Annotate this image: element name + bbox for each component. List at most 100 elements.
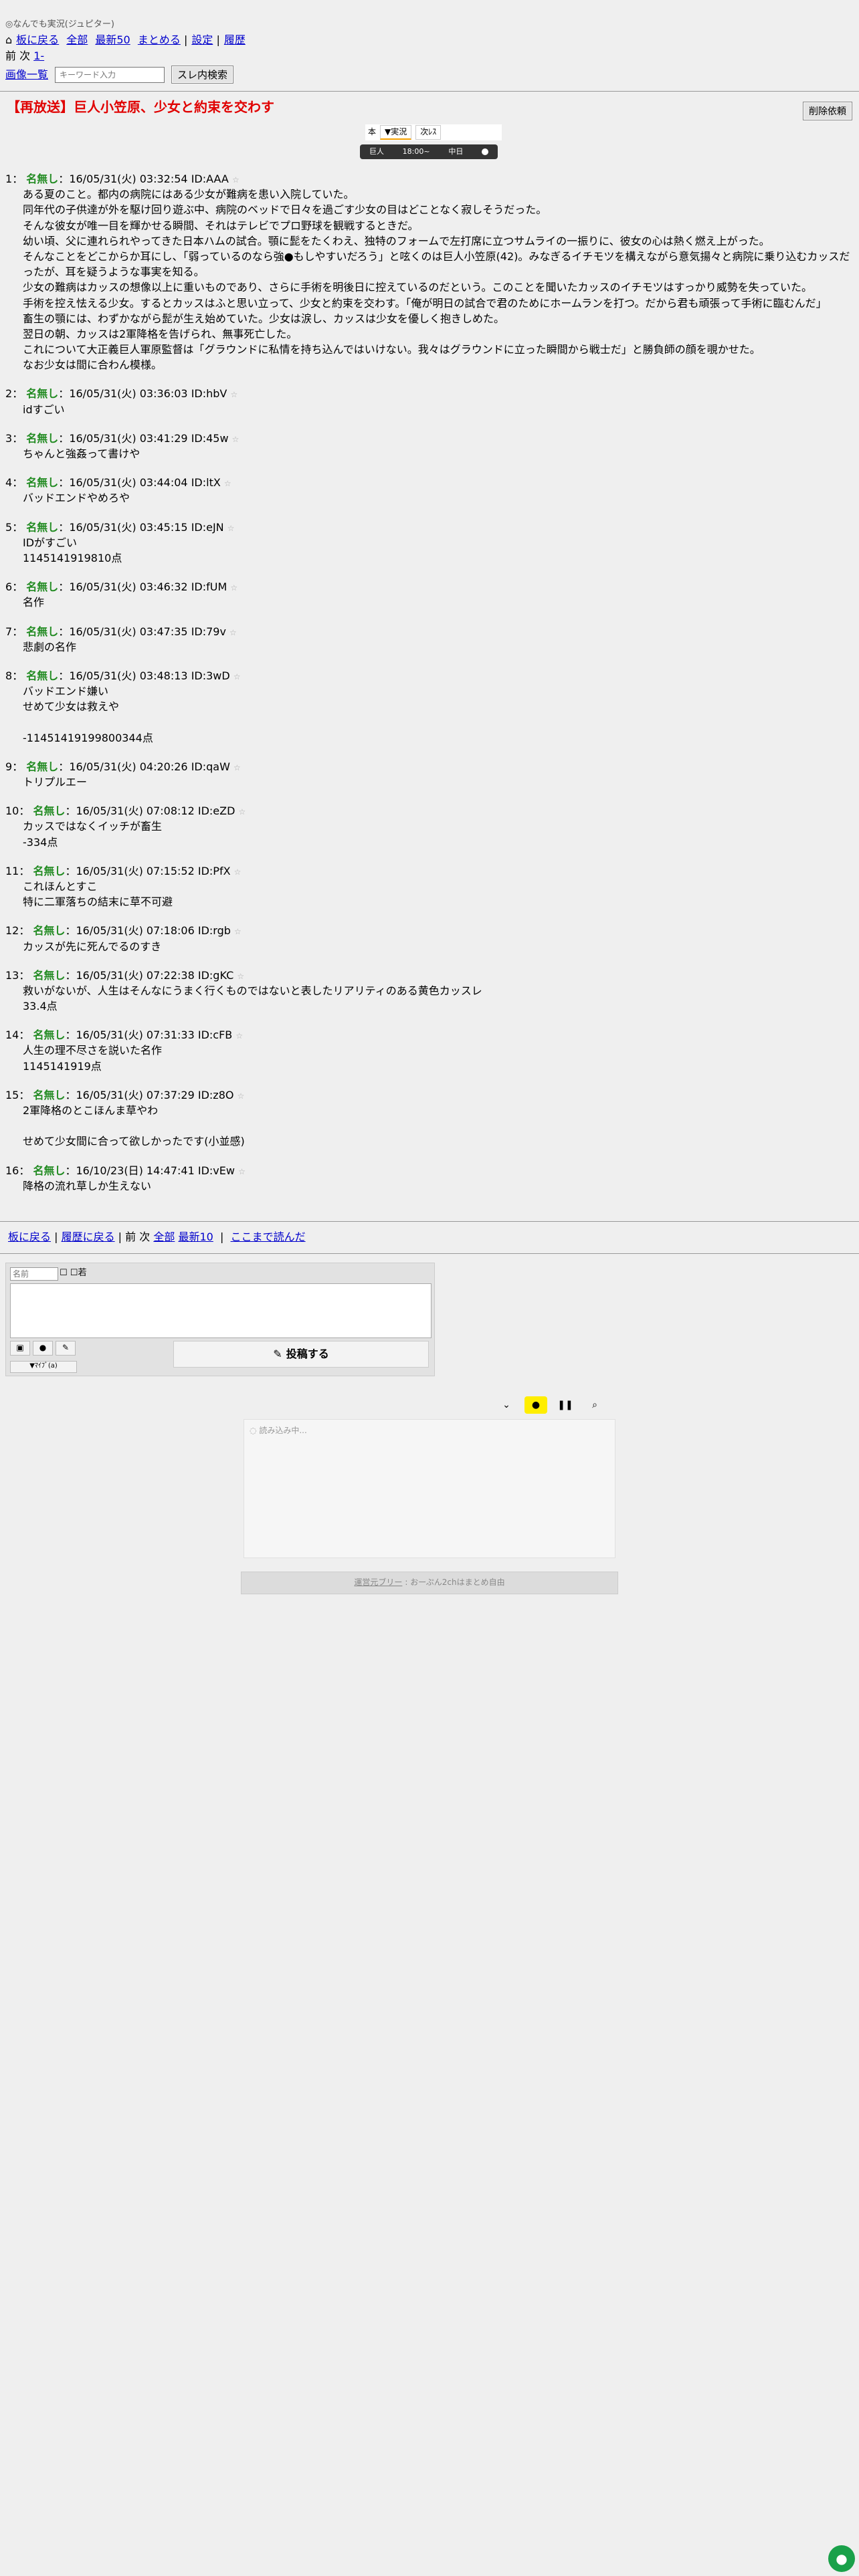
back-to-board-link[interactable]: 板に戻る	[8, 1230, 51, 1243]
star-icon[interactable]: ☆	[239, 807, 246, 817]
thread-search-input[interactable]	[55, 66, 165, 83]
summary-link[interactable]: まとめる	[138, 33, 181, 46]
post-number[interactable]: 13	[5, 969, 19, 982]
post-number[interactable]: 3	[5, 432, 12, 445]
star-icon[interactable]: ☆	[237, 1091, 245, 1101]
post-body: バッドエンドやめろや	[23, 492, 130, 505]
image-list-link[interactable]: 画像一覧	[5, 67, 48, 82]
star-icon[interactable]: ☆	[229, 628, 237, 637]
view-tabs: 本 ▼実況 次ﾚｽ	[365, 124, 502, 140]
my-button[interactable]: ▼ﾏｲﾌﾞ(a)	[10, 1361, 77, 1373]
name-field[interactable]	[10, 1267, 58, 1281]
post-number[interactable]: 16	[5, 1164, 19, 1177]
history-back-link[interactable]: 履歴に戻る	[62, 1230, 115, 1243]
post-header: 5： 名無し：16/05/31(火) 03:45:15 ID:eJN ☆	[5, 520, 235, 534]
star-icon[interactable]: ☆	[238, 1167, 246, 1176]
star-icon[interactable]: ☆	[237, 972, 244, 981]
all-posts-link[interactable]: 全部	[153, 1230, 175, 1243]
post-form: ☐ ☐若 ▣ ● ✎ ▼ﾏｲﾌﾞ(a) ✎ 投稿する	[5, 1263, 435, 1376]
post-meta: 16/05/31(火) 03:46:32 ID:fUM	[69, 580, 227, 594]
latest10-link[interactable]: 最新10	[178, 1230, 213, 1243]
submit-button[interactable]: ✎ 投稿する	[173, 1341, 429, 1368]
divider	[0, 1221, 859, 1222]
star-icon[interactable]: ☆	[233, 672, 241, 681]
star-icon[interactable]: ☆	[232, 435, 240, 444]
search-icon[interactable]: ⌕	[583, 1396, 606, 1414]
form-tools: ▣ ● ✎	[10, 1341, 76, 1356]
post: 12： 名無し：16/05/31(火) 07:18:06 ID:rgb ☆ カッス…	[5, 923, 855, 954]
back-to-board-link[interactable]: 板に戻る	[16, 33, 59, 46]
post-header: 12： 名無し：16/05/31(火) 07:18:06 ID:rgb ☆	[5, 924, 242, 938]
history-link[interactable]: 履歴	[224, 33, 246, 46]
post-number[interactable]: 14	[5, 1029, 19, 1041]
post-number[interactable]: 8	[5, 669, 12, 682]
star-icon[interactable]: ☆	[232, 175, 240, 185]
all-posts-link[interactable]: 全部	[66, 33, 88, 46]
comment-icon[interactable]: ●	[33, 1341, 53, 1356]
divider	[0, 91, 859, 92]
post-number[interactable]: 11	[5, 865, 19, 877]
post: 11： 名無し：16/05/31(火) 07:15:52 ID:PfX ☆ これほ…	[5, 863, 855, 910]
post: 3： 名無し：16/05/31(火) 03:41:29 ID:45w ☆ ちゃんと…	[5, 431, 855, 461]
post-number[interactable]: 1	[5, 173, 12, 185]
post-header: 8： 名無し：16/05/31(火) 03:48:13 ID:3wD ☆	[5, 669, 241, 682]
post-meta: 16/05/31(火) 07:08:12 ID:eZD	[76, 804, 235, 818]
top-nav: ⌂ 板に戻る 全部 最新50 まとめる | 設定 | 履歴	[5, 33, 246, 46]
scroll-down-icon[interactable]: ⌄	[495, 1396, 518, 1414]
post-header: 1： 名無し：16/05/31(火) 03:32:54 ID:AAA ☆	[5, 173, 240, 185]
chat-icon[interactable]: ●	[524, 1396, 547, 1414]
star-icon[interactable]: ☆	[234, 867, 242, 877]
star-icon[interactable]: ☆	[233, 763, 241, 772]
read-to-here-link[interactable]: ここまで読んだ	[231, 1230, 306, 1243]
post-number[interactable]: 6	[5, 580, 12, 593]
checkbox-label[interactable]: 本	[368, 126, 376, 138]
post: 6： 名無し：16/05/31(火) 03:46:32 ID:fUM ☆ 名作	[5, 579, 855, 610]
star-icon[interactable]: ☆	[224, 479, 231, 488]
live-tab[interactable]: ▼実況	[380, 124, 412, 140]
settings-link[interactable]: 設定	[191, 33, 213, 46]
star-icon[interactable]: ☆	[235, 1031, 243, 1041]
post-number[interactable]: 9	[5, 760, 12, 773]
poster-name: 名無し	[26, 580, 59, 594]
image-icon[interactable]: ▣	[10, 1341, 30, 1356]
post: 16： 名無し：16/10/23(日) 14:47:41 ID:vEw ☆ 降格の…	[5, 1163, 855, 1194]
post-number[interactable]: 15	[5, 1089, 19, 1101]
post-body: 救いがないが、人生はそんなにうまく行くものではないと表したリアリティのある黄色カ…	[23, 984, 482, 1013]
star-icon[interactable]: ☆	[234, 927, 242, 936]
post-number[interactable]: 5	[5, 521, 12, 534]
next-tab[interactable]: 次ﾚｽ	[415, 125, 442, 140]
sage-options[interactable]: ☐ ☐若	[60, 1267, 86, 1280]
post-header: 15： 名無し：16/05/31(火) 07:37:29 ID:z8O ☆	[5, 1088, 245, 1101]
message-textarea[interactable]	[10, 1283, 432, 1338]
post: 15： 名無し：16/05/31(火) 07:37:29 ID:z8O ☆ 2軍降…	[5, 1087, 855, 1150]
brush-icon[interactable]: ✎	[56, 1341, 76, 1356]
star-icon[interactable]: ☆	[227, 524, 235, 533]
star-icon[interactable]: ☆	[230, 583, 237, 593]
post-meta: 16/05/31(火) 04:20:26 ID:qaW	[69, 760, 230, 773]
delete-request-button[interactable]: 削除依頼	[803, 102, 852, 120]
post-number[interactable]: 10	[5, 804, 19, 817]
range-link[interactable]: 1-	[33, 49, 44, 62]
poster-name: 名無し	[33, 804, 66, 818]
post-meta: 16/10/23(日) 14:47:41 ID:vEw	[76, 1164, 235, 1177]
chat-bubble-icon[interactable]: ●	[828, 2545, 855, 2572]
post-header: 4： 名無し：16/05/31(火) 03:44:04 ID:ltX ☆	[5, 476, 231, 490]
pause-icon[interactable]: ❚❚	[554, 1396, 577, 1414]
post-header: 11： 名無し：16/05/31(火) 07:15:52 ID:PfX ☆	[5, 864, 242, 877]
poster-name: 名無し	[26, 625, 59, 638]
post-number[interactable]: 2	[5, 387, 12, 400]
post-header: 7： 名無し：16/05/31(火) 03:47:35 ID:79v ☆	[5, 625, 237, 638]
loading-icon: ◌	[250, 1426, 257, 1435]
latest50-link[interactable]: 最新50	[95, 33, 130, 46]
post-meta: 16/05/31(火) 03:41:29 ID:45w	[69, 431, 229, 445]
game-time: 18:00~	[402, 147, 430, 156]
post-number[interactable]: 12	[5, 924, 19, 937]
loading-text: 読み込み中...	[259, 1426, 307, 1435]
toggle-dot-icon[interactable]	[482, 148, 489, 155]
footer-link[interactable]: 運営元ブリー	[354, 1577, 402, 1588]
thread-search-button[interactable]: スレ内検索	[171, 66, 234, 84]
post-number[interactable]: 7	[5, 625, 12, 638]
star-icon[interactable]: ☆	[230, 390, 237, 399]
live-score-bar: 巨人 18:00~ 中日	[360, 144, 498, 159]
post-number[interactable]: 4	[5, 476, 12, 489]
